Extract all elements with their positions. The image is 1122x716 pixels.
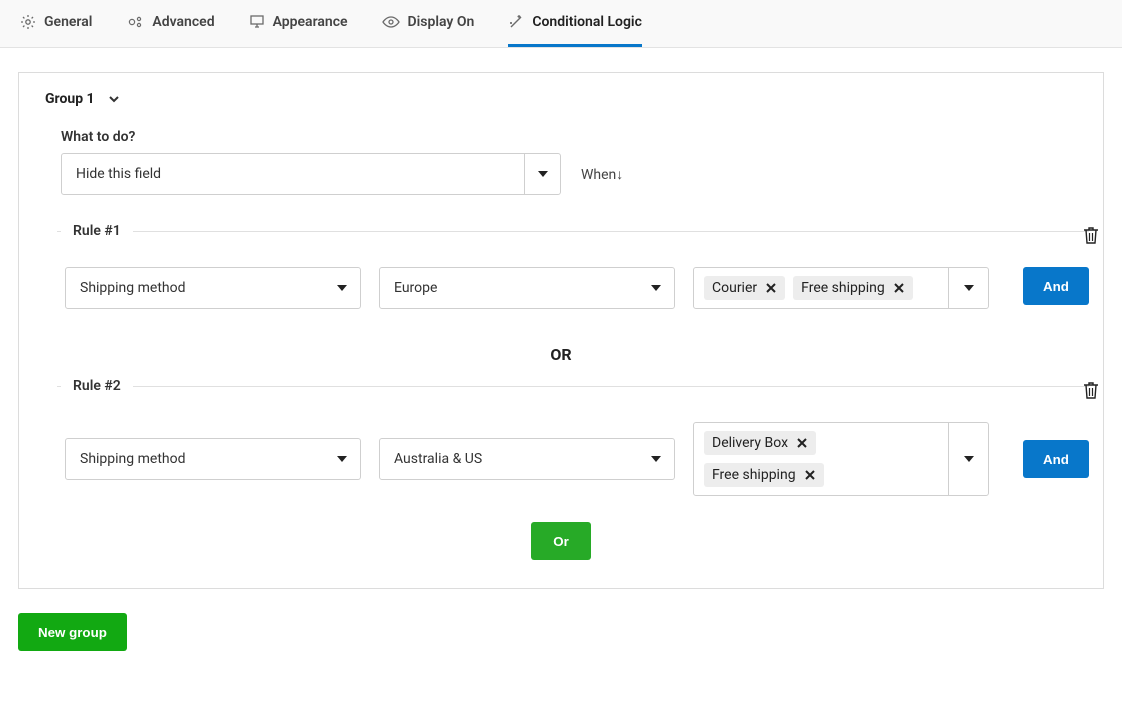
or-separator: OR — [45, 309, 1077, 378]
remove-tag-icon[interactable] — [893, 282, 905, 294]
value-tag: Free shipping — [793, 276, 913, 300]
remove-tag-icon[interactable] — [804, 469, 816, 481]
tab-label: Display On — [408, 14, 475, 30]
when-label: When↓ — [581, 166, 623, 183]
values-multiselect[interactable]: Delivery Box Free shipping — [693, 422, 989, 496]
tag-label: Free shipping — [712, 467, 796, 483]
action-value: Hide this field — [62, 166, 524, 182]
delete-rule-button[interactable] — [1081, 380, 1101, 406]
subject-value: Shipping method — [66, 280, 324, 296]
tab-label: General — [44, 14, 92, 30]
subject-value: Shipping method — [66, 451, 324, 467]
remove-tag-icon[interactable] — [796, 437, 808, 449]
group-header[interactable]: Group 1 — [45, 91, 1077, 107]
region-select[interactable]: Australia & US — [379, 438, 675, 480]
gear-icon — [20, 14, 36, 30]
tab-general[interactable]: General — [20, 0, 92, 47]
and-button[interactable]: And — [1023, 440, 1089, 478]
conditional-panel: Group 1 What to do? Hide this field When… — [18, 72, 1104, 589]
value-tag: Courier — [704, 276, 785, 300]
and-button[interactable]: And — [1023, 267, 1089, 305]
tab-appearance[interactable]: Appearance — [249, 0, 348, 47]
subject-select[interactable]: Shipping method — [65, 438, 361, 480]
group-title: Group 1 — [45, 91, 95, 107]
rule-legend: Rule #2 — [61, 378, 133, 394]
caret-down-icon — [324, 439, 360, 479]
delete-rule-button[interactable] — [1081, 225, 1101, 251]
caret-down-icon — [638, 439, 674, 479]
tag-label: Delivery Box — [712, 435, 788, 451]
value-tag: Delivery Box — [704, 431, 816, 455]
action-select[interactable]: Hide this field — [61, 153, 561, 195]
monitor-icon — [249, 14, 265, 30]
region-value: Europe — [380, 280, 638, 296]
caret-down-icon — [638, 268, 674, 308]
eye-icon — [382, 14, 400, 30]
tag-label: Courier — [712, 280, 757, 296]
remove-tag-icon[interactable] — [765, 282, 777, 294]
tab-display-on[interactable]: Display On — [382, 0, 475, 47]
tab-conditional-logic[interactable]: Conditional Logic — [508, 0, 642, 47]
region-value: Australia & US — [380, 451, 638, 467]
caret-down-icon — [948, 423, 988, 495]
caret-down-icon — [524, 154, 560, 194]
rule-2: Rule #2 Shipping method Australia & US D… — [57, 378, 1089, 496]
region-select[interactable]: Europe — [379, 267, 675, 309]
new-group-button[interactable]: New group — [18, 613, 127, 651]
caret-down-icon — [324, 268, 360, 308]
or-button[interactable]: Or — [531, 522, 591, 560]
tab-label: Advanced — [152, 14, 214, 30]
wand-icon — [508, 14, 524, 30]
values-multiselect[interactable]: Courier Free shipping — [693, 267, 989, 309]
tag-label: Free shipping — [801, 280, 885, 296]
caret-down-icon — [948, 268, 988, 308]
rule-1: Rule #1 Shipping method Europe Courier — [57, 223, 1089, 309]
subject-select[interactable]: Shipping method — [65, 267, 361, 309]
tab-bar: General Advanced Appearance Display On C… — [0, 0, 1122, 48]
chevron-down-icon[interactable] — [107, 92, 121, 106]
rule-legend: Rule #1 — [61, 223, 133, 239]
what-to-do-label: What to do? — [61, 129, 1077, 145]
tab-advanced[interactable]: Advanced — [126, 0, 214, 47]
tab-label: Appearance — [273, 14, 348, 30]
tab-label: Conditional Logic — [532, 14, 642, 30]
value-tag: Free shipping — [704, 463, 824, 487]
gears-icon — [126, 14, 144, 30]
